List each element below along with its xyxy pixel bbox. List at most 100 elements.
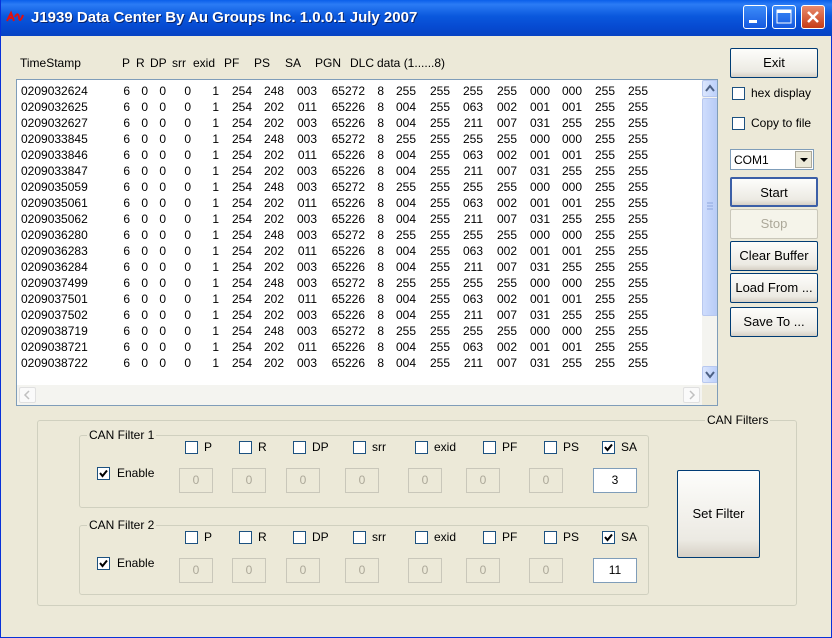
log-row[interactable]: 0209037499 6 0 0 0 1 254 248 003 65272 8 255 255 255 2… xyxy=(17,276,701,292)
vertical-scrollbar[interactable] xyxy=(702,80,717,385)
field-checkbox-dp[interactable] xyxy=(293,531,306,544)
set-filter-button[interactable]: Set Filter xyxy=(677,470,760,558)
port-select[interactable]: COM1 xyxy=(730,149,814,170)
log-row[interactable]: 0209036283 6 0 0 0 1 254 202 011 65226 8 004 255 063 0… xyxy=(17,244,701,260)
field-checkbox-dp[interactable] xyxy=(293,441,306,454)
field-value-sa[interactable]: 3 xyxy=(593,468,637,493)
horizontal-scrollbar[interactable] xyxy=(17,385,702,405)
field-value-ps[interactable]: 0 xyxy=(529,468,563,493)
log-row[interactable]: 0209037502 6 0 0 0 1 254 202 003 65226 8 004 255 211 0… xyxy=(17,308,701,324)
log-row[interactable]: 0209035059 6 0 0 0 1 254 248 003 65272 8 255 255 255 2… xyxy=(17,180,701,196)
log-cell: 011 xyxy=(297,100,317,114)
log-row[interactable]: 0209038721 6 0 0 0 1 254 202 011 65226 8 004 255 063 0… xyxy=(17,340,701,356)
field-checkbox-ps[interactable] xyxy=(544,441,557,454)
field-checkbox-pf[interactable] xyxy=(483,531,496,544)
save-to-button[interactable]: Save To ... xyxy=(730,307,818,337)
load-from-button[interactable]: Load From ... xyxy=(730,273,818,303)
timestamp-cell: 0209033845 xyxy=(21,132,88,146)
chevron-down-icon[interactable] xyxy=(795,151,812,168)
field-value-exid[interactable]: 0 xyxy=(408,468,442,493)
log-cell: 003 xyxy=(296,308,317,322)
field-checkbox-sa[interactable] xyxy=(602,441,615,454)
timestamp-cell: 0209032627 xyxy=(21,116,88,130)
field-checkbox-srr[interactable] xyxy=(353,441,366,454)
log-cell: 255 xyxy=(627,356,648,370)
enable-checkbox[interactable] xyxy=(97,557,110,570)
log-row[interactable]: 0209035061 6 0 0 0 1 254 202 011 65226 8 004 255 063 0… xyxy=(17,196,701,212)
field-value-dp[interactable]: 0 xyxy=(286,558,320,583)
field-value-r[interactable]: 0 xyxy=(232,468,266,493)
field-checkbox-p[interactable] xyxy=(185,441,198,454)
log-cell: 255 xyxy=(627,116,648,130)
log-row[interactable]: 0209032624 6 0 0 0 1 254 248 003 65272 8 255 255 255 2… xyxy=(17,84,701,100)
field-value-dp[interactable]: 0 xyxy=(286,468,320,493)
field-value-pf[interactable]: 0 xyxy=(466,558,500,583)
field-value-p[interactable]: 0 xyxy=(179,558,213,583)
log-row[interactable]: 0209036280 6 0 0 0 1 254 248 003 65272 8 255 255 255 2… xyxy=(17,228,701,244)
log-row[interactable]: 0209036284 6 0 0 0 1 254 202 003 65226 8 004 255 211 0… xyxy=(17,260,701,276)
field-checkbox-ps[interactable] xyxy=(544,531,557,544)
enable-checkbox[interactable] xyxy=(97,467,110,480)
log-row[interactable]: 0209037501 6 0 0 0 1 254 202 011 65226 8 004 255 063 0… xyxy=(17,292,701,308)
scroll-right-button[interactable] xyxy=(683,387,700,403)
field-label-exid: exid xyxy=(434,530,457,544)
scrollbar-corner xyxy=(702,385,717,405)
field-checkbox-r[interactable] xyxy=(239,531,252,544)
log-row[interactable]: 0209035062 6 0 0 0 1 254 202 003 65226 8 004 255 211 0… xyxy=(17,212,701,228)
log-cell: 003 xyxy=(296,132,317,146)
app-window: J1939 Data Center By Au Groups Inc. 1.0.… xyxy=(0,0,832,638)
scroll-left-button[interactable] xyxy=(19,387,36,403)
start-button[interactable]: Start xyxy=(730,177,818,207)
field-value-p[interactable]: 0 xyxy=(179,468,213,493)
log-cell: 003 xyxy=(296,324,317,338)
log-cell: 003 xyxy=(296,116,317,130)
field-label-p: P xyxy=(204,440,213,454)
clear-buffer-button[interactable]: Clear Buffer xyxy=(730,241,818,271)
scroll-down-button[interactable] xyxy=(702,366,717,383)
log-cell: 003 xyxy=(296,276,317,290)
maximize-button[interactable] xyxy=(772,5,796,29)
field-value-srr[interactable]: 0 xyxy=(345,558,379,583)
field-value-pf[interactable]: 0 xyxy=(466,468,500,493)
field-checkbox-p[interactable] xyxy=(185,531,198,544)
log-row[interactable]: 0209033845 6 0 0 0 1 254 248 003 65272 8 255 255 255 2… xyxy=(17,132,701,148)
column-header: PGN xyxy=(315,56,342,70)
field-label-pf: PF xyxy=(502,530,518,544)
log-row[interactable]: 0209033847 6 0 0 0 1 254 202 003 65226 8 004 255 211 0… xyxy=(17,164,701,180)
log-row[interactable]: 0209033846 6 0 0 0 1 254 202 011 65226 8 004 255 063 0… xyxy=(17,148,701,164)
field-label-pf: PF xyxy=(502,440,518,454)
timestamp-cell: 0209033847 xyxy=(21,164,88,178)
column-header: TimeStamp xyxy=(20,56,81,70)
hex-display-checkbox[interactable] xyxy=(732,87,745,100)
copy-to-file-checkbox[interactable] xyxy=(732,117,745,130)
log-cell: 255 xyxy=(627,244,648,258)
log-row[interactable]: 0209038719 6 0 0 0 1 254 248 003 65272 8 255 255 255 2… xyxy=(17,324,701,340)
field-checkbox-exid[interactable] xyxy=(415,441,428,454)
field-checkbox-srr[interactable] xyxy=(353,531,366,544)
close-button[interactable] xyxy=(801,5,825,29)
field-label-dp: DP xyxy=(312,440,329,454)
message-log[interactable]: 0209032624 6 0 0 0 1 254 248 003 65272 8 255 255 255 2… xyxy=(16,79,718,406)
timestamp-cell: 0209038722 xyxy=(21,356,88,370)
scroll-thumb[interactable] xyxy=(702,98,717,316)
scroll-up-button[interactable] xyxy=(702,80,717,97)
log-row[interactable]: 0209032627 6 0 0 0 1 254 202 003 65226 8 004 255 211 0… xyxy=(17,116,701,132)
log-cell: 255 xyxy=(627,132,648,146)
field-value-srr[interactable]: 0 xyxy=(345,468,379,493)
exit-button[interactable]: Exit xyxy=(730,48,818,78)
log-row[interactable]: 0209038722 6 0 0 0 1 254 202 003 65226 8 004 255 211 0… xyxy=(17,356,701,372)
log-row[interactable]: 0209032625 6 0 0 0 1 254 202 011 65226 8 004 255 063 0… xyxy=(17,100,701,116)
title-bar[interactable]: J1939 Data Center By Au Groups Inc. 1.0.… xyxy=(1,0,832,36)
field-checkbox-sa[interactable] xyxy=(602,531,615,544)
can-filter-title: CAN Filter 2 xyxy=(87,518,157,532)
field-value-r[interactable]: 0 xyxy=(232,558,266,583)
field-value-sa[interactable]: 11 xyxy=(593,558,637,583)
stop-button[interactable]: Stop xyxy=(730,209,818,239)
field-checkbox-pf[interactable] xyxy=(483,441,496,454)
column-header: DP xyxy=(150,56,167,70)
minimize-button[interactable] xyxy=(743,5,767,29)
field-checkbox-exid[interactable] xyxy=(415,531,428,544)
field-checkbox-r[interactable] xyxy=(239,441,252,454)
field-value-exid[interactable]: 0 xyxy=(408,558,442,583)
field-value-ps[interactable]: 0 xyxy=(529,558,563,583)
